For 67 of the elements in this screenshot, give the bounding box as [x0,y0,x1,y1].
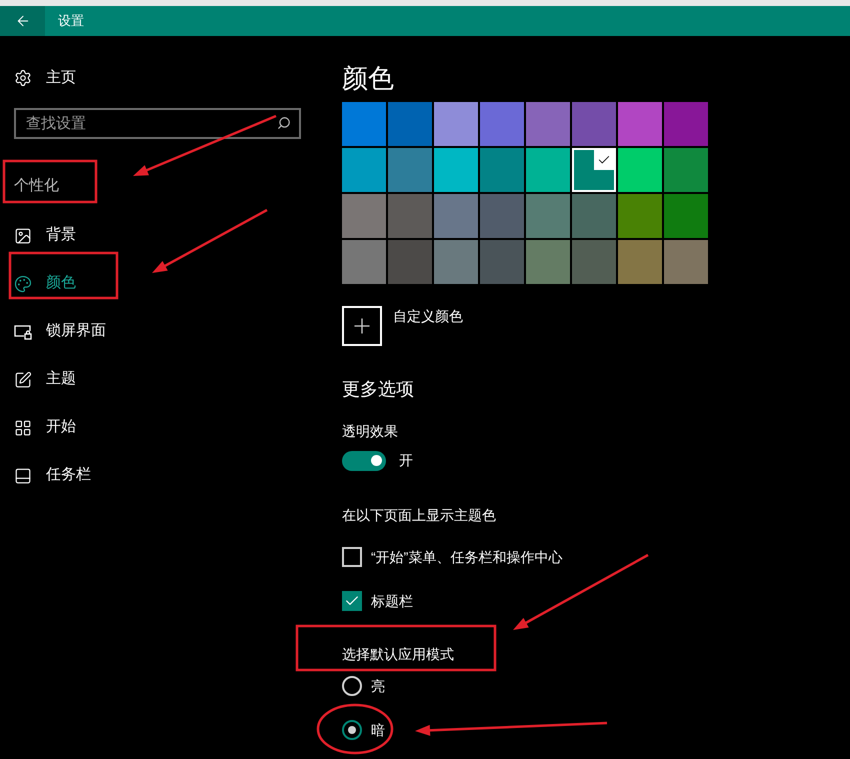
custom-color-label[interactable]: 自定义颜色 [393,306,463,326]
checkbox-label: 标题栏 [371,592,413,610]
color-swatch[interactable] [664,102,708,146]
color-swatch[interactable] [342,102,386,146]
color-swatch[interactable] [618,102,662,146]
color-swatch[interactable] [434,148,478,192]
page-title: 颜色 [342,62,394,95]
back-button[interactable] [0,6,45,36]
setting-label: 透明效果 [342,422,398,441]
color-swatch[interactable] [526,148,570,192]
color-swatch[interactable] [572,148,616,192]
color-swatch[interactable] [388,240,432,284]
pen-icon [14,370,32,388]
setting-label: 选择默认应用模式 [342,645,454,664]
lock-screen-icon [14,322,32,340]
setting-label: 在以下页面上显示主题色 [342,506,496,525]
color-swatch[interactable] [664,148,708,192]
image-icon [14,226,32,244]
radio-label: 亮 [371,676,385,696]
color-swatch[interactable] [388,148,432,192]
search-field[interactable]: 查找设置 [14,108,301,139]
color-swatch[interactable] [526,194,570,238]
sidebar-item[interactable]: 开始 [0,404,320,452]
sidebar-item[interactable]: 任务栏 [0,452,320,500]
color-swatch[interactable] [480,194,524,238]
color-swatch[interactable] [526,102,570,146]
color-swatch[interactable] [388,194,432,238]
sidebar-item[interactable]: 背景 [0,212,320,260]
color-swatch[interactable] [572,102,616,146]
radio-label: 暗 [371,720,385,740]
checkbox[interactable] [342,547,362,567]
color-swatch[interactable] [664,194,708,238]
color-swatch[interactable] [618,194,662,238]
section-heading: 更多选项 [342,378,414,401]
color-swatch[interactable] [434,240,478,284]
color-swatch[interactable] [342,148,386,192]
color-swatch[interactable] [618,240,662,284]
grid-icon [14,418,32,436]
color-swatch[interactable] [388,102,432,146]
color-swatch[interactable] [434,102,478,146]
color-swatch[interactable] [572,194,616,238]
color-swatch[interactable] [342,240,386,284]
palette-icon [14,274,32,292]
color-swatch[interactable] [664,240,708,284]
color-swatch[interactable] [572,240,616,284]
color-swatch[interactable] [480,240,524,284]
color-swatch[interactable] [434,194,478,238]
color-swatch[interactable] [618,148,662,192]
checkbox[interactable] [342,591,362,611]
color-swatch[interactable] [480,148,524,192]
color-swatch[interactable] [526,240,570,284]
color-swatch[interactable] [480,102,524,146]
sidebar-item[interactable]: 锁屏界面 [0,308,320,356]
search-icon[interactable] [277,116,291,130]
toggle-state: 开 [399,451,413,470]
checkbox-label: “开始”菜单、任务栏和操作中心 [371,548,562,566]
toggle-switch[interactable] [342,450,386,470]
color-swatch[interactable] [342,194,386,238]
section-header: 个性化 [14,176,59,196]
window-title: 设置 [58,12,84,30]
check-icon [594,150,614,170]
home-item[interactable]: 主页 [0,62,320,94]
taskbar-icon [14,466,32,484]
settings-icon [14,69,32,87]
add-color-button[interactable] [342,306,382,346]
radio-button[interactable] [342,720,362,740]
sidebar-item[interactable]: 主题 [0,356,320,404]
